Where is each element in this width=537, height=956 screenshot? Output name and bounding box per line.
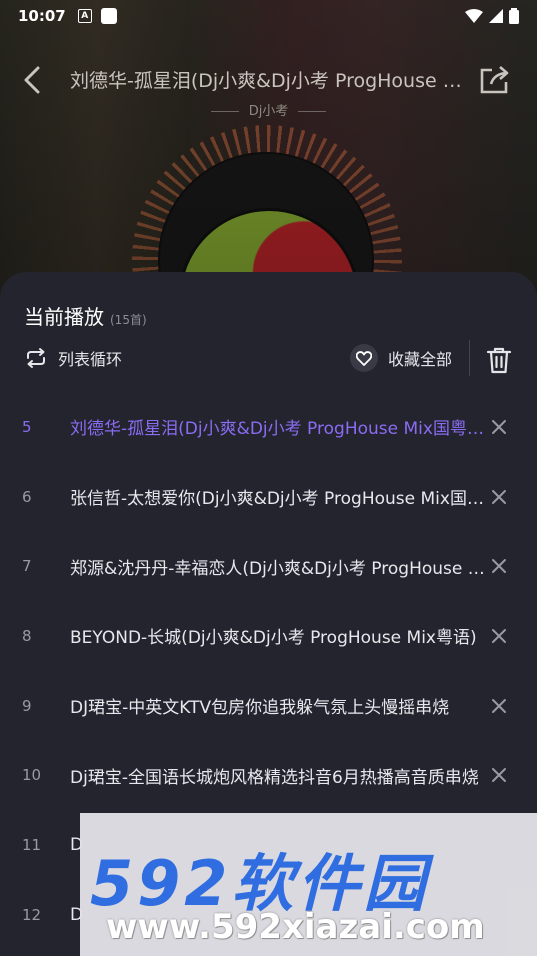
list-item[interactable]: 10 Dj珺宝-全国语长城炮风格精选抖音6月热播高音质串烧 xyxy=(0,740,537,810)
track-number: 7 xyxy=(22,557,32,576)
player-header: 刘德华-孤星泪(Dj小爽&Dj小考 ProgHouse Mix国粤语) Dj小考 xyxy=(0,48,537,119)
watermark: 592软件园 www.592xiazai.com xyxy=(80,813,537,956)
share-icon[interactable] xyxy=(478,64,510,96)
track-number: 8 xyxy=(22,626,32,645)
divider xyxy=(469,340,470,376)
wifi-icon xyxy=(465,9,483,23)
artist-name: Dj小考 xyxy=(248,104,289,119)
play-mode-label: 列表循环 xyxy=(58,350,123,369)
sheet-title: 当前播放 (15首) xyxy=(24,301,147,330)
signal-icon xyxy=(489,9,503,23)
player-background xyxy=(0,0,537,300)
list-item[interactable]: 6 张信哲-太想爱你(Dj小爽&Dj小考 ProgHouse Mix国粤语) xyxy=(0,462,537,532)
track-count: (15首) xyxy=(110,313,147,327)
track-title: Dj珺宝-全国语长城炮风格精选抖音6月热播高音质串烧 xyxy=(70,767,479,788)
heart-icon xyxy=(350,344,378,372)
track-title: DJ珺宝-中英文KTV包房你追我躲气氛上头慢摇串烧 xyxy=(70,698,450,719)
close-icon[interactable] xyxy=(490,488,508,506)
track-number: 5 xyxy=(22,417,32,436)
track-title: BEYOND-长城(Dj小爽&Dj小考 ProgHouse Mix粤语) xyxy=(70,628,477,649)
watermark-url: www.592xiazai.com xyxy=(106,907,485,947)
status-bar: 10:07 A xyxy=(0,0,537,32)
artist-row: Dj小考 xyxy=(0,100,537,119)
close-icon[interactable] xyxy=(490,418,508,436)
favorite-all-label: 收藏全部 xyxy=(388,350,453,369)
track-title: 郑源&沈丹丹-幸福恋人(Dj小爽&Dj小考 ProgHouse Mix) xyxy=(70,558,486,579)
list-item[interactable]: 8 BEYOND-长城(Dj小爽&Dj小考 ProgHouse Mix粤语) xyxy=(0,601,537,671)
close-icon[interactable] xyxy=(490,766,508,784)
track-number: 11 xyxy=(22,835,42,854)
close-icon[interactable] xyxy=(490,557,508,575)
list-item[interactable]: 7 郑源&沈丹丹-幸福恋人(Dj小爽&Dj小考 ProgHouse Mix) xyxy=(0,531,537,601)
list-item[interactable]: 9 DJ珺宝-中英文KTV包房你追我躲气氛上头慢摇串烧 xyxy=(0,671,537,741)
play-mode-button[interactable]: 列表循环 xyxy=(24,346,122,370)
track-number: 6 xyxy=(22,487,32,506)
repeat-icon xyxy=(27,348,45,368)
track-title: 张信哲-太想爱你(Dj小爽&Dj小考 ProgHouse Mix国粤语) xyxy=(70,489,486,510)
track-number: 12 xyxy=(22,905,42,924)
trash-icon[interactable] xyxy=(486,346,512,374)
track-number: 10 xyxy=(22,766,42,785)
status-time: 10:07 xyxy=(18,7,66,25)
notification-square-icon xyxy=(100,8,117,24)
list-item[interactable]: 5 刘德华-孤星泪(Dj小爽&Dj小考 ProgHouse Mix国粤语) xyxy=(0,392,537,462)
close-icon[interactable] xyxy=(490,697,508,715)
song-title: 刘德华-孤星泪(Dj小爽&Dj小考 ProgHouse Mix国粤语) xyxy=(70,70,462,92)
back-icon[interactable] xyxy=(20,64,44,96)
notification-a-icon: A xyxy=(77,9,92,23)
close-icon[interactable] xyxy=(490,627,508,645)
sheet-title-text: 当前播放 xyxy=(24,305,104,329)
track-title: 刘德华-孤星泪(Dj小爽&Dj小考 ProgHouse Mix国粤语) xyxy=(70,419,486,440)
favorite-all-button[interactable]: 收藏全部 xyxy=(350,344,452,372)
track-number: 9 xyxy=(22,696,32,715)
battery-icon xyxy=(509,8,519,24)
